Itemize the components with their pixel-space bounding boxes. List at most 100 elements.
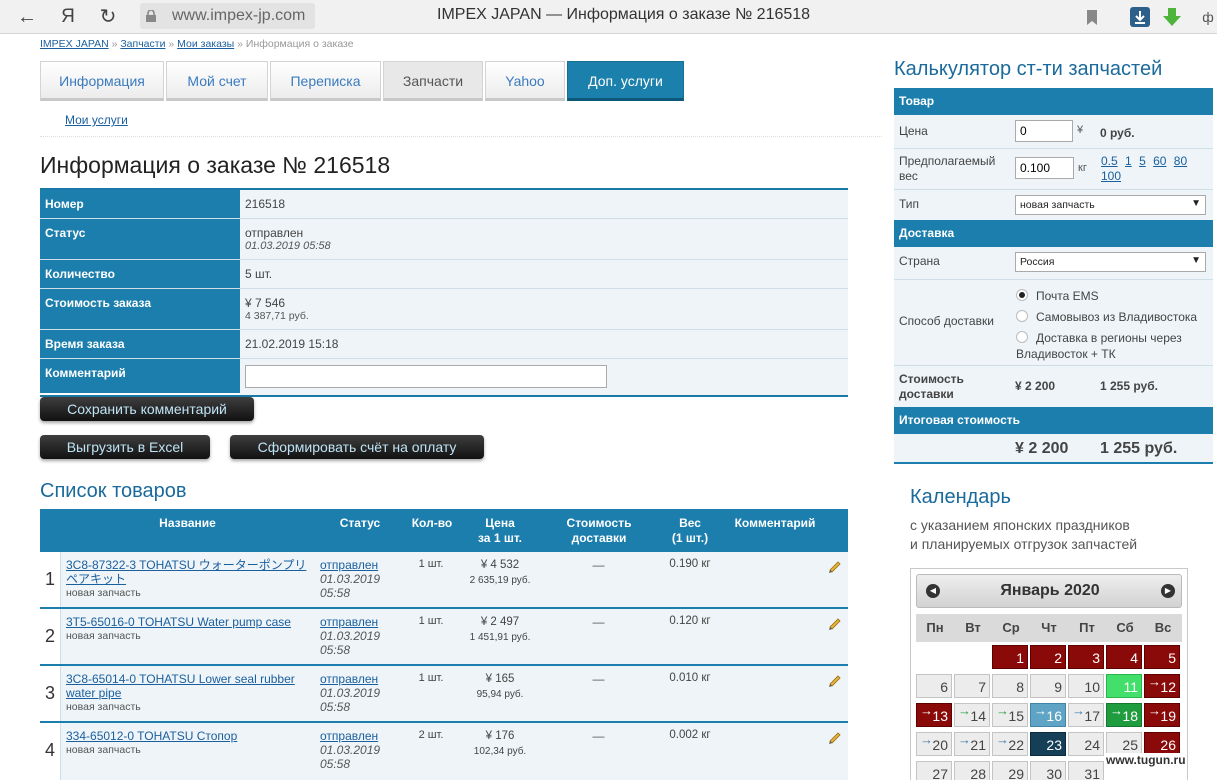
weight-preset-link[interactable]: 0.5 xyxy=(1101,154,1118,168)
calendar-day[interactable]: 6 xyxy=(916,674,952,698)
calendar-day[interactable]: → 17 xyxy=(1068,703,1104,727)
tab-my-account[interactable]: Мой счет xyxy=(166,61,268,101)
calendar-day[interactable]: → 22 xyxy=(992,732,1028,756)
calc-price-rub: 0 руб. xyxy=(1100,126,1135,140)
calendar-day[interactable]: → 18 xyxy=(1106,703,1142,727)
tab-information[interactable]: Информация xyxy=(40,61,164,101)
weight-preset-link[interactable]: 5 xyxy=(1139,154,1146,168)
calendar-day-number: 7 xyxy=(978,679,986,695)
calendar-day[interactable]: 4 xyxy=(1106,645,1142,669)
calendar-day[interactable]: 9 xyxy=(1030,674,1066,698)
calendar-day[interactable]: → 14 xyxy=(954,703,990,727)
extension-download-icon[interactable] xyxy=(1160,5,1184,29)
back-arrow-icon[interactable]: ← xyxy=(14,4,40,30)
breadcrumb-link-my-orders[interactable]: Мои заказы xyxy=(177,38,234,50)
calendar-day[interactable]: 30 xyxy=(1030,761,1066,780)
order-cost-label: Стоимость заказа xyxy=(40,289,240,329)
tab-parts[interactable]: Запчасти xyxy=(383,61,483,101)
reload-icon[interactable]: ↻ xyxy=(95,4,121,30)
tab-yahoo[interactable]: Yahoo xyxy=(485,61,565,101)
breadcrumb-link-home[interactable]: IMPEX JAPAN xyxy=(40,38,109,50)
make-invoice-button[interactable]: Сформировать счёт на оплату xyxy=(230,435,484,459)
calendar-day[interactable]: 31 xyxy=(1068,761,1104,780)
shipment-arrow-icon: → xyxy=(996,732,1009,747)
cost-calculator: Товар Цена ¥ 0 руб. Предполагаемый вес к… xyxy=(894,88,1213,464)
part-link[interactable]: 3C8-87322-3 TOHATSU ウォーターポンプリペアキット xyxy=(66,558,306,586)
order-comment-input[interactable] xyxy=(245,365,607,388)
tab-extra-services[interactable]: Доп. услуги xyxy=(567,61,684,101)
calc-price-input[interactable] xyxy=(1015,120,1073,142)
calendar-day[interactable]: 24 xyxy=(1068,732,1104,756)
calc-country-select[interactable]: Россия xyxy=(1015,252,1206,272)
tab-correspondence[interactable]: Переписка xyxy=(270,61,381,101)
calendar-day[interactable]: → 20 xyxy=(916,732,952,756)
part-status-link[interactable]: отправлен xyxy=(320,729,378,743)
calendar-day[interactable]: 23 xyxy=(1030,732,1066,756)
calendar-day[interactable]: 11 xyxy=(1106,674,1142,698)
part-status-link[interactable]: отправлен xyxy=(320,615,378,629)
my-services-link[interactable]: Мои услуги xyxy=(65,113,128,127)
weight-preset-link[interactable]: 60 xyxy=(1153,154,1166,168)
calendar-day[interactable]: → 13 xyxy=(916,703,952,727)
calendar-day[interactable]: 7 xyxy=(954,674,990,698)
page-title: Информация о заказе № 216518 xyxy=(40,152,391,178)
delivery-radio-ems[interactable] xyxy=(1016,289,1028,301)
export-excel-button[interactable]: Выгрузить в Excel xyxy=(40,435,210,459)
delivery-radio-pickup[interactable] xyxy=(1016,310,1028,322)
calendar-day[interactable]: 2 xyxy=(1030,645,1066,669)
address-bar[interactable]: www.impex-jp.com xyxy=(140,3,315,29)
part-qty: 1 шт. xyxy=(418,615,444,627)
calendar-day[interactable]: 29 xyxy=(992,761,1028,780)
calc-method-label: Способ доставки xyxy=(899,314,994,328)
calendar-day[interactable]: 27 xyxy=(916,761,952,780)
edit-pencil-icon[interactable] xyxy=(827,673,843,689)
calendar-day[interactable]: → 21 xyxy=(954,732,990,756)
weight-preset-link[interactable]: 80 xyxy=(1174,154,1187,168)
part-link[interactable]: 3T5-65016-0 TOHATSU Water pump case xyxy=(66,615,291,629)
order-row-comment: Комментарий xyxy=(40,359,848,395)
calc-section-goods: Товар xyxy=(894,88,1213,115)
weekday-label: Вс xyxy=(1144,614,1182,642)
part-link[interactable]: 3C8-65014-0 TOHATSU Lower seal rubber wa… xyxy=(66,672,295,700)
calendar-day[interactable]: → 15 xyxy=(992,703,1028,727)
calendar-day[interactable]: 10 xyxy=(1068,674,1104,698)
calendar-day-number: 19 xyxy=(1160,708,1176,724)
weight-preset-link[interactable]: 1 xyxy=(1125,154,1132,168)
part-link[interactable]: 334-65012-0 TOHATSU Стопор xyxy=(66,729,237,743)
yandex-icon[interactable]: Я xyxy=(55,4,81,30)
calc-weight-label: Предполагаемый вес xyxy=(899,154,996,183)
calendar-day-number: 9 xyxy=(1054,679,1062,695)
calc-section-delivery: Доставка xyxy=(894,220,1213,247)
calc-price-label: Цена xyxy=(899,124,928,138)
next-month-icon[interactable]: ▶ xyxy=(1161,584,1175,598)
calendar-day[interactable]: 1 xyxy=(992,645,1028,669)
calc-weight-input[interactable] xyxy=(1015,157,1074,179)
part-status-link[interactable]: отправлен xyxy=(320,672,378,686)
calendar-day[interactable]: → 16 xyxy=(1030,703,1066,727)
save-comment-button[interactable]: Сохранить комментарий xyxy=(40,397,254,421)
calendar-day[interactable]: → 19 xyxy=(1144,703,1180,727)
shipment-arrow-icon: → xyxy=(1148,674,1161,689)
part-weight: 0.190 кг xyxy=(669,558,711,570)
calendar-day[interactable]: 3 xyxy=(1068,645,1104,669)
calendar-month: Январь 2020 xyxy=(1000,582,1100,599)
goods-list-title: Список товаров xyxy=(40,480,187,502)
calendar-day[interactable]: → 12 xyxy=(1144,674,1180,698)
part-status-link[interactable]: отправлен xyxy=(320,558,378,572)
calendar-day[interactable]: 8 xyxy=(992,674,1028,698)
calc-type-select[interactable]: новая запчасть xyxy=(1015,195,1206,215)
order-cost-yen: ¥ 7 546 xyxy=(245,296,286,310)
breadcrumb-link-parts[interactable]: Запчасти xyxy=(120,38,165,50)
edit-pencil-icon[interactable] xyxy=(827,559,843,575)
edit-pencil-icon[interactable] xyxy=(827,616,843,632)
calendar-day[interactable]: 5 xyxy=(1144,645,1180,669)
table-row: 3 3C8-65014-0 TOHATSU Lower seal rubber … xyxy=(40,666,848,723)
calendar-day[interactable]: 28 xyxy=(954,761,990,780)
calendar-day-number: 4 xyxy=(1130,650,1138,666)
bookmark-icon[interactable] xyxy=(1080,5,1104,29)
edit-pencil-icon[interactable] xyxy=(827,730,843,746)
download-icon[interactable] xyxy=(1128,5,1152,29)
calendar-day-number: 29 xyxy=(1008,766,1024,780)
weight-preset-link[interactable]: 100 xyxy=(1101,169,1121,183)
extension-icon[interactable]: ф xyxy=(1195,4,1217,30)
